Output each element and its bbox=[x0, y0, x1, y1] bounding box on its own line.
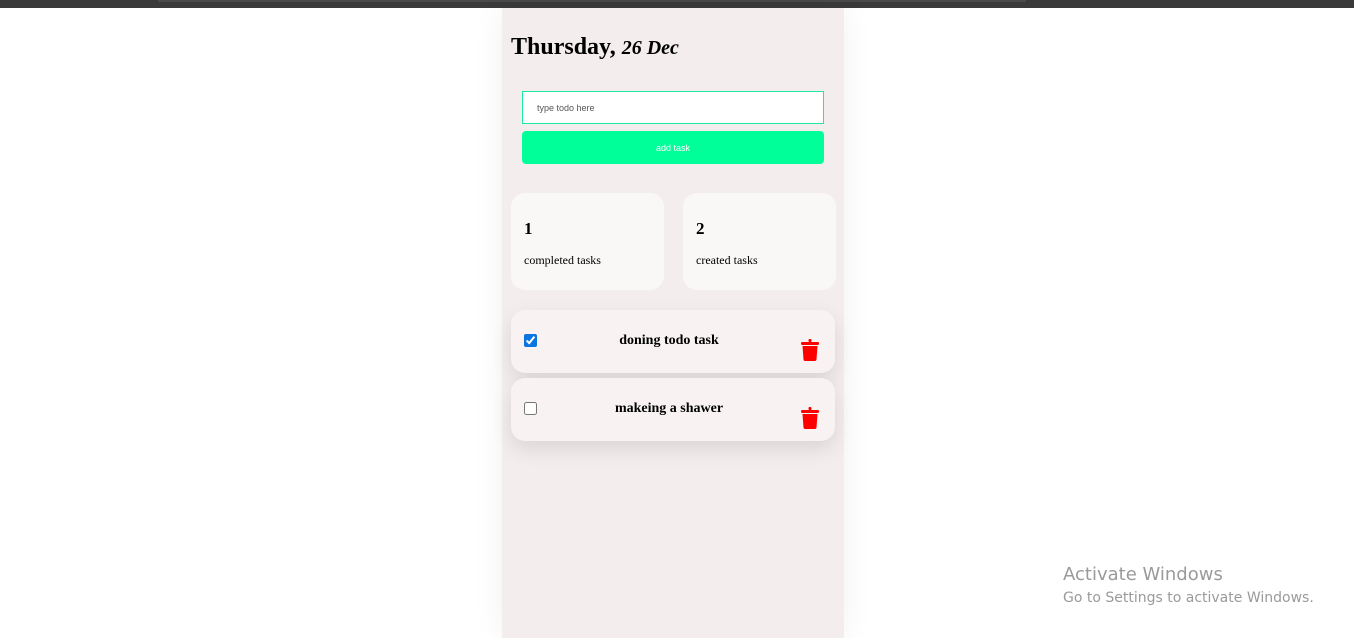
todo-app-panel: Thursday, 26 Dec add task 1 completed ta… bbox=[502, 8, 844, 638]
day-label: Thursday, bbox=[511, 34, 616, 60]
browser-top-bar-line bbox=[158, 0, 1026, 2]
date-label: 26 Dec bbox=[621, 37, 679, 59]
created-tasks-card: 2 created tasks bbox=[683, 193, 836, 290]
created-count: 2 bbox=[696, 219, 705, 238]
created-label: created tasks bbox=[696, 253, 758, 267]
completed-tasks-card: 1 completed tasks bbox=[511, 193, 664, 290]
trash-icon[interactable] bbox=[799, 406, 821, 430]
trash-icon[interactable] bbox=[799, 338, 821, 362]
watermark-title: Activate Windows bbox=[1063, 564, 1223, 585]
completed-count: 1 bbox=[524, 219, 533, 238]
add-task-button[interactable]: add task bbox=[522, 131, 824, 164]
task-title: makeing a shawer bbox=[614, 401, 724, 416]
browser-top-bar bbox=[0, 0, 1354, 8]
task-item: doning todo task bbox=[511, 310, 835, 373]
todo-input[interactable] bbox=[522, 91, 824, 124]
windows-activation-watermark: Activate Windows Go to Settings to activ… bbox=[1063, 563, 1314, 609]
page-title: Thursday, 26 Dec bbox=[511, 34, 679, 61]
task-item: makeing a shawer bbox=[511, 378, 835, 441]
task-title: doning todo task bbox=[619, 333, 719, 348]
watermark-subtitle: Go to Settings to activate Windows. bbox=[1063, 590, 1314, 606]
completed-label: completed tasks bbox=[524, 253, 601, 267]
